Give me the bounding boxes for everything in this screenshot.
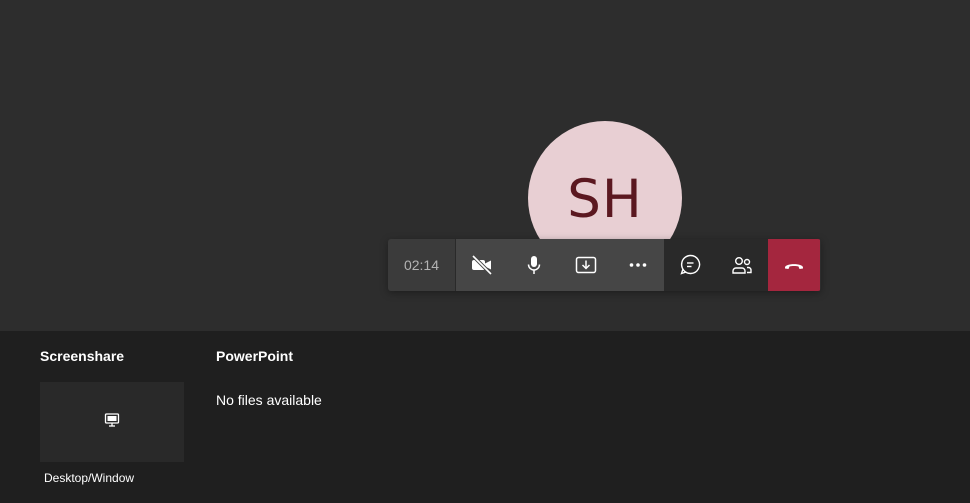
participants-button[interactable] [716,239,768,291]
call-controls-bar: 02:14 [388,239,821,291]
more-icon [626,253,650,277]
microphone-button[interactable] [508,239,560,291]
phone-hangup-icon [782,253,806,277]
share-button[interactable] [560,239,612,291]
camera-off-button[interactable] [456,239,508,291]
more-actions-button[interactable] [612,239,664,291]
share-tray: Screenshare Desktop/Window PowerPoint No… [0,331,970,503]
chat-icon [678,253,702,277]
powerpoint-section-title: PowerPoint [216,348,294,364]
avatar-initials: SH [567,168,643,230]
no-files-message: No files available [216,392,322,408]
people-icon [730,253,754,277]
microphone-icon [522,253,546,277]
camera-off-icon [470,253,494,277]
call-timer: 02:14 [388,239,456,291]
share-tray-icon [574,253,598,277]
monitor-icon [104,412,120,433]
hang-up-button[interactable] [768,239,820,291]
call-stage: SH 02:14 [0,0,970,331]
chat-button[interactable] [664,239,716,291]
desktop-window-share-tile[interactable] [40,382,184,462]
desktop-window-label: Desktop/Window [44,471,135,485]
screenshare-section-title: Screenshare [40,348,125,364]
